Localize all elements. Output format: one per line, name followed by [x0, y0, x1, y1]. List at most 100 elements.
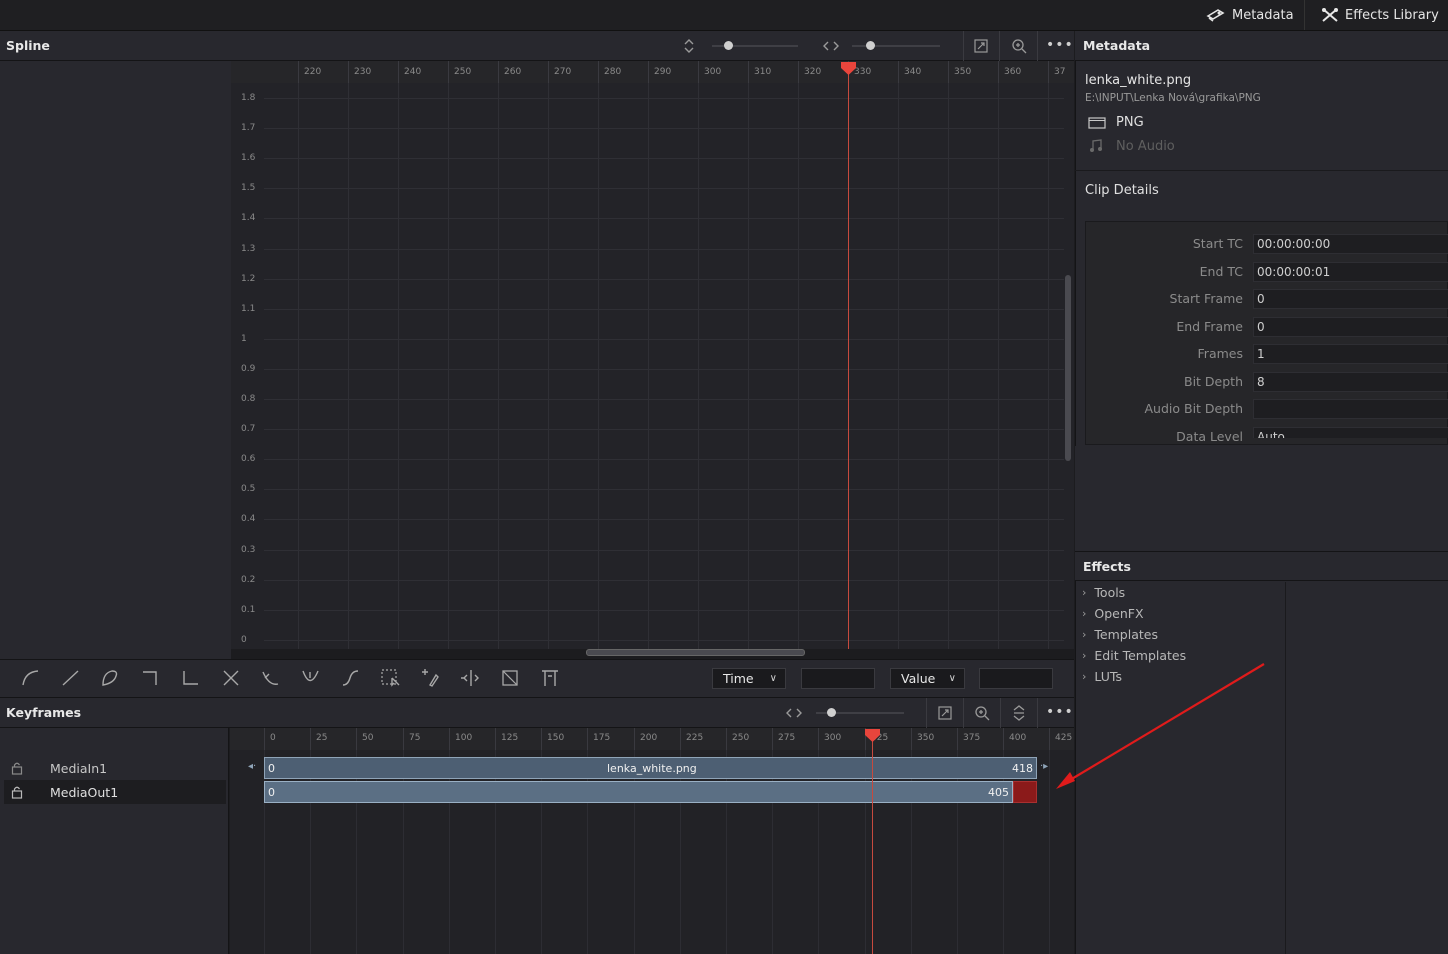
effects-item-templates[interactable]: › Templates: [1082, 627, 1158, 642]
clip-detail-label: Audio Bit Depth: [1144, 401, 1244, 416]
expand-collapse-icon[interactable]: [1011, 704, 1027, 722]
reverse-icon[interactable]: [220, 668, 242, 688]
spline-playhead-handle[interactable]: [840, 61, 857, 76]
effects-library-tab-button[interactable]: Effects Library: [1321, 0, 1439, 30]
effects-item-tools[interactable]: › Tools: [1082, 585, 1125, 600]
spline-horizontal-gridline: [264, 610, 1064, 611]
zoom-icon[interactable]: [1011, 38, 1027, 54]
track-name-mediain1[interactable]: MediaIn1: [50, 761, 107, 776]
clip-detail-value[interactable]: [1253, 399, 1448, 419]
step-out-icon[interactable]: [180, 668, 202, 688]
lock-icon[interactable]: [11, 761, 23, 775]
effects-panel-header: Effects: [1075, 551, 1448, 581]
spline-vertical-scrollbar[interactable]: [1065, 275, 1071, 461]
header-divider: [926, 698, 927, 728]
value-dropdown[interactable]: Value ∨: [890, 668, 965, 689]
metadata-divider: [1075, 170, 1448, 171]
clip-detail-value[interactable]: 8: [1253, 372, 1448, 392]
value-input[interactable]: [979, 668, 1053, 689]
spline-vertical-gridline: [948, 83, 949, 649]
effects-item-label: Tools: [1094, 585, 1126, 600]
spline-value-tick: 1.3: [241, 244, 256, 254]
spline-ruler-tick: 360: [1004, 67, 1022, 77]
vertical-zoom-icon[interactable]: [683, 37, 695, 55]
clip-detail-value[interactable]: Auto: [1253, 427, 1448, 438]
time-stretch-icon[interactable]: [460, 668, 482, 688]
keyframes-ruler-tickmark: [957, 728, 958, 750]
invert-curve-icon[interactable]: [100, 668, 122, 688]
add-point-icon[interactable]: [420, 668, 442, 688]
smooth-curve-icon[interactable]: [20, 668, 42, 688]
clip-bar-mediaout1[interactable]: [264, 781, 1013, 803]
effects-library-icon: [1322, 8, 1338, 22]
music-note-icon: [1090, 139, 1102, 152]
metadata-panel-header: Metadata: [1075, 31, 1448, 61]
shape-box-icon[interactable]: [260, 668, 282, 688]
spline-playhead-line[interactable]: [848, 66, 849, 649]
spline-ruler-tick: 270: [554, 67, 572, 77]
metadata-tab-button[interactable]: Metadata: [1206, 0, 1294, 30]
linear-curve-icon[interactable]: [60, 668, 82, 688]
keyframes-ruler-tickmark: [772, 728, 773, 750]
horizontal-zoom-icon[interactable]: [822, 39, 840, 53]
spline-horizontal-gridline: [264, 158, 1064, 159]
select-tool-icon[interactable]: [380, 668, 402, 688]
clip-detail-label: Start TC: [1192, 236, 1243, 251]
loop-icon[interactable]: [300, 668, 322, 688]
keyframes-ruler-tickmark: [911, 728, 912, 750]
vertical-zoom-slider-handle[interactable]: [724, 41, 733, 50]
keyframes-horizontal-zoom-icon[interactable]: [785, 706, 803, 720]
keyframes-ruler-tick: 350: [917, 733, 935, 743]
metadata-tab-label: Metadata: [1232, 7, 1294, 23]
keyframes-zoom-slider-handle[interactable]: [827, 708, 836, 717]
clip-detail-value[interactable]: 00:00:00:01: [1253, 262, 1448, 282]
spline-vertical-gridline: [898, 83, 899, 649]
time-value-input[interactable]: [801, 668, 875, 689]
clip-detail-value[interactable]: 1: [1253, 344, 1448, 364]
step-in-icon[interactable]: [140, 668, 162, 688]
keyframes-ruler-tickmark: [264, 728, 265, 750]
spline-horizontal-scrollbar[interactable]: [586, 649, 805, 656]
spline-vertical-gridline: [298, 83, 299, 649]
track-name-mediaout1[interactable]: MediaOut1: [50, 785, 118, 800]
clip-detail-value[interactable]: 0: [1253, 289, 1448, 309]
keyframes-ruler-tickmark: [680, 728, 681, 750]
time-dropdown[interactable]: Time ∨: [712, 668, 786, 689]
effects-divider: [1285, 582, 1286, 954]
clip-detail-label: Frames: [1197, 346, 1243, 361]
clip-detail-value[interactable]: 00:00:00:00: [1253, 234, 1448, 254]
chevron-right-icon: ›: [1082, 586, 1087, 599]
marked-frame-block[interactable]: [1013, 781, 1037, 803]
fit-view-icon[interactable]: [973, 38, 989, 54]
spline-ruler-tick: 37: [1054, 67, 1066, 77]
trim-left-handle-icon[interactable]: ◂·: [248, 761, 256, 772]
horizontal-zoom-slider-handle[interactable]: [866, 41, 875, 50]
chevron-right-icon: ›: [1082, 628, 1087, 641]
trim-right-handle-icon[interactable]: ·▸: [1040, 761, 1048, 772]
spline-options-icon[interactable]: •••: [1046, 37, 1074, 53]
spline-vertical-gridline: [598, 83, 599, 649]
keyframes-fit-view-icon[interactable]: [937, 705, 953, 721]
keyframes-zoom-icon[interactable]: [974, 705, 990, 721]
align-keys-icon[interactable]: [540, 668, 562, 688]
keyframes-playhead-handle[interactable]: [864, 728, 881, 743]
keyframes-playhead-line[interactable]: [872, 736, 873, 954]
spline-vertical-gridline: [798, 83, 799, 649]
keyframes-ruler-tick: 175: [593, 733, 611, 743]
lock-icon[interactable]: [11, 785, 23, 799]
spline-ruler-tickmark: [698, 61, 699, 83]
keyframes-ruler-tick: 75: [409, 733, 421, 743]
spline-ruler-tick: 280: [604, 67, 622, 77]
spline-tree-panel: [0, 61, 231, 659]
keyframes-ruler-tickmark: [495, 728, 496, 750]
scale-tool-icon[interactable]: [500, 668, 522, 688]
time-dropdown-label: Time: [723, 671, 754, 686]
spline-value-tick: 1.5: [241, 183, 256, 193]
clip-format: PNG: [1116, 115, 1144, 130]
ease-curve-icon[interactable]: [340, 668, 362, 688]
keyframes-panel-header: Keyframes: [0, 698, 1074, 728]
effects-item-openfx[interactable]: › OpenFX: [1082, 606, 1144, 621]
spline-value-tick: 0.1: [241, 605, 256, 615]
clip-detail-value[interactable]: 0: [1253, 317, 1448, 337]
keyframes-ruler-tickmark: [587, 728, 588, 750]
